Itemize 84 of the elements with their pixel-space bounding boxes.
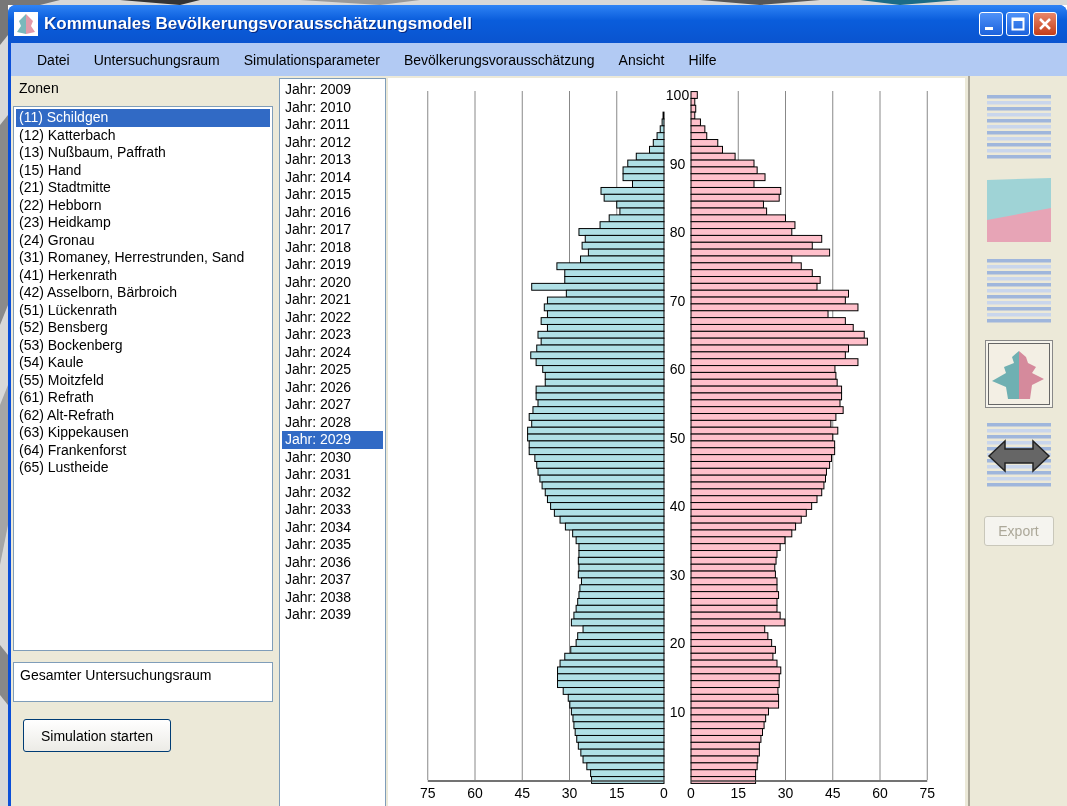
year-item[interactable]: Jahr: 2020 bbox=[282, 273, 383, 291]
zone-item[interactable]: (62) Alt-Refrath bbox=[16, 406, 270, 424]
year-item[interactable]: Jahr: 2015 bbox=[282, 186, 383, 204]
year-item[interactable]: Jahr: 2009 bbox=[282, 81, 383, 99]
zone-item[interactable]: (42) Asselborn, Bärbroich bbox=[16, 284, 270, 302]
axis-label: 60 bbox=[467, 785, 483, 801]
menu-item[interactable]: Untersuchungsraum bbox=[81, 51, 232, 68]
zone-item[interactable]: (55) Moitzfeld bbox=[16, 371, 270, 389]
age-label: 90 bbox=[669, 155, 686, 172]
axis-label: 15 bbox=[730, 785, 747, 801]
year-item[interactable]: Jahr: 2014 bbox=[282, 168, 383, 186]
axis-label: 45 bbox=[824, 785, 841, 801]
year-item[interactable]: Jahr: 2023 bbox=[282, 326, 383, 344]
zone-item[interactable]: (23) Heidkamp bbox=[16, 214, 270, 232]
year-item[interactable]: Jahr: 2011 bbox=[282, 116, 383, 134]
zone-item[interactable]: (13) Nußbaum, Paffrath bbox=[16, 144, 270, 162]
zones-label: Zonen bbox=[19, 80, 60, 98]
axis-label: 0 bbox=[660, 785, 668, 801]
year-item[interactable]: Jahr: 2037 bbox=[282, 571, 383, 589]
year-item[interactable]: Jahr: 2016 bbox=[282, 203, 383, 221]
age-label: 100 bbox=[665, 87, 690, 103]
age-label: 80 bbox=[669, 224, 686, 240]
age-label: 10 bbox=[669, 703, 686, 720]
zone-item[interactable]: (51) Lückenrath bbox=[16, 301, 270, 319]
age-label: 50 bbox=[669, 429, 686, 446]
year-item[interactable]: Jahr: 2027 bbox=[282, 396, 383, 414]
year-item[interactable]: Jahr: 2032 bbox=[282, 483, 383, 501]
axis-label: 30 bbox=[777, 785, 794, 801]
year-item[interactable]: Jahr: 2019 bbox=[282, 256, 383, 274]
zone-item[interactable]: (15) Hand bbox=[16, 161, 270, 179]
age-label: 40 bbox=[669, 498, 686, 514]
year-item[interactable]: Jahr: 2038 bbox=[282, 588, 383, 606]
age-label: 20 bbox=[669, 635, 686, 651]
year-item[interactable]: Jahr: 2018 bbox=[282, 238, 383, 256]
axis-label: 0 bbox=[687, 785, 695, 801]
year-item[interactable]: Jahr: 2010 bbox=[282, 98, 383, 116]
menu-item[interactable]: Bevölkerungsvorausschätzung bbox=[391, 51, 607, 68]
zone-item[interactable]: (52) Bensberg bbox=[16, 319, 270, 337]
axis-label: 45 bbox=[514, 785, 531, 801]
axis-label: 75 bbox=[419, 785, 436, 801]
year-item[interactable]: Jahr: 2012 bbox=[282, 133, 383, 151]
zone-item[interactable]: (22) Hebborn bbox=[16, 196, 270, 214]
year-item[interactable]: Jahr: 2030 bbox=[282, 448, 383, 466]
zone-item[interactable]: (63) Kippekausen bbox=[16, 424, 270, 442]
year-item[interactable]: Jahr: 2031 bbox=[282, 466, 383, 484]
menu-item[interactable]: Datei bbox=[25, 51, 82, 68]
menu-item[interactable]: Ansicht bbox=[606, 51, 677, 68]
axis-label: 75 bbox=[919, 785, 936, 801]
zone-item[interactable]: (41) Herkenrath bbox=[16, 266, 270, 284]
window-title: Kommunales Bevölkerungsvorausschätzungsmodell bbox=[44, 14, 473, 34]
zone-item[interactable]: (53) Bockenberg bbox=[16, 336, 270, 354]
year-item[interactable]: Jahr: 2028 bbox=[282, 413, 383, 431]
start-simulation-button[interactable]: Simulation starten bbox=[23, 719, 171, 752]
zone-item[interactable]: (54) Kaule bbox=[16, 354, 270, 372]
age-label: 70 bbox=[669, 292, 686, 309]
year-item[interactable]: Jahr: 2025 bbox=[282, 361, 383, 379]
year-item[interactable]: Jahr: 2022 bbox=[282, 308, 383, 326]
year-item[interactable]: Jahr: 2039 bbox=[282, 606, 383, 624]
menu-item[interactable]: Hilfe bbox=[676, 51, 729, 68]
year-item[interactable]: Jahr: 2035 bbox=[282, 536, 383, 554]
axis-label: 60 bbox=[872, 785, 888, 801]
year-item[interactable]: Jahr: 2021 bbox=[282, 291, 383, 309]
year-item[interactable]: Jahr: 2029 bbox=[282, 431, 383, 449]
axis-label: 30 bbox=[561, 785, 578, 801]
year-item[interactable]: Jahr: 2036 bbox=[282, 553, 383, 571]
age-label: 60 bbox=[669, 361, 686, 377]
zone-item[interactable]: (11) Schildgen bbox=[16, 109, 270, 127]
year-item[interactable]: Jahr: 2033 bbox=[282, 501, 383, 519]
axis-label: 15 bbox=[608, 785, 625, 801]
zone-item[interactable]: (31) Romaney, Herrestrunden, Sand bbox=[16, 249, 270, 267]
year-item[interactable]: Jahr: 2034 bbox=[282, 518, 383, 536]
year-item[interactable]: Jahr: 2017 bbox=[282, 221, 383, 239]
region-field[interactable]: Gesamter Untersuchungsraum bbox=[13, 662, 273, 702]
zone-item[interactable]: (64) Frankenforst bbox=[16, 441, 270, 459]
zone-item[interactable]: (24) Gronau bbox=[16, 231, 270, 249]
year-item[interactable]: Jahr: 2026 bbox=[282, 378, 383, 396]
year-item[interactable]: Jahr: 2024 bbox=[282, 343, 383, 361]
zone-item[interactable]: (61) Refrath bbox=[16, 389, 270, 407]
age-label: 30 bbox=[669, 566, 686, 583]
zone-item[interactable]: (21) Stadtmitte bbox=[16, 179, 270, 197]
zone-item[interactable]: (65) Lustheide bbox=[16, 459, 270, 477]
year-item[interactable]: Jahr: 2013 bbox=[282, 151, 383, 169]
zone-item[interactable]: (12) Katterbach bbox=[16, 126, 270, 144]
menu-item[interactable]: Simulationsparameter bbox=[231, 51, 392, 68]
